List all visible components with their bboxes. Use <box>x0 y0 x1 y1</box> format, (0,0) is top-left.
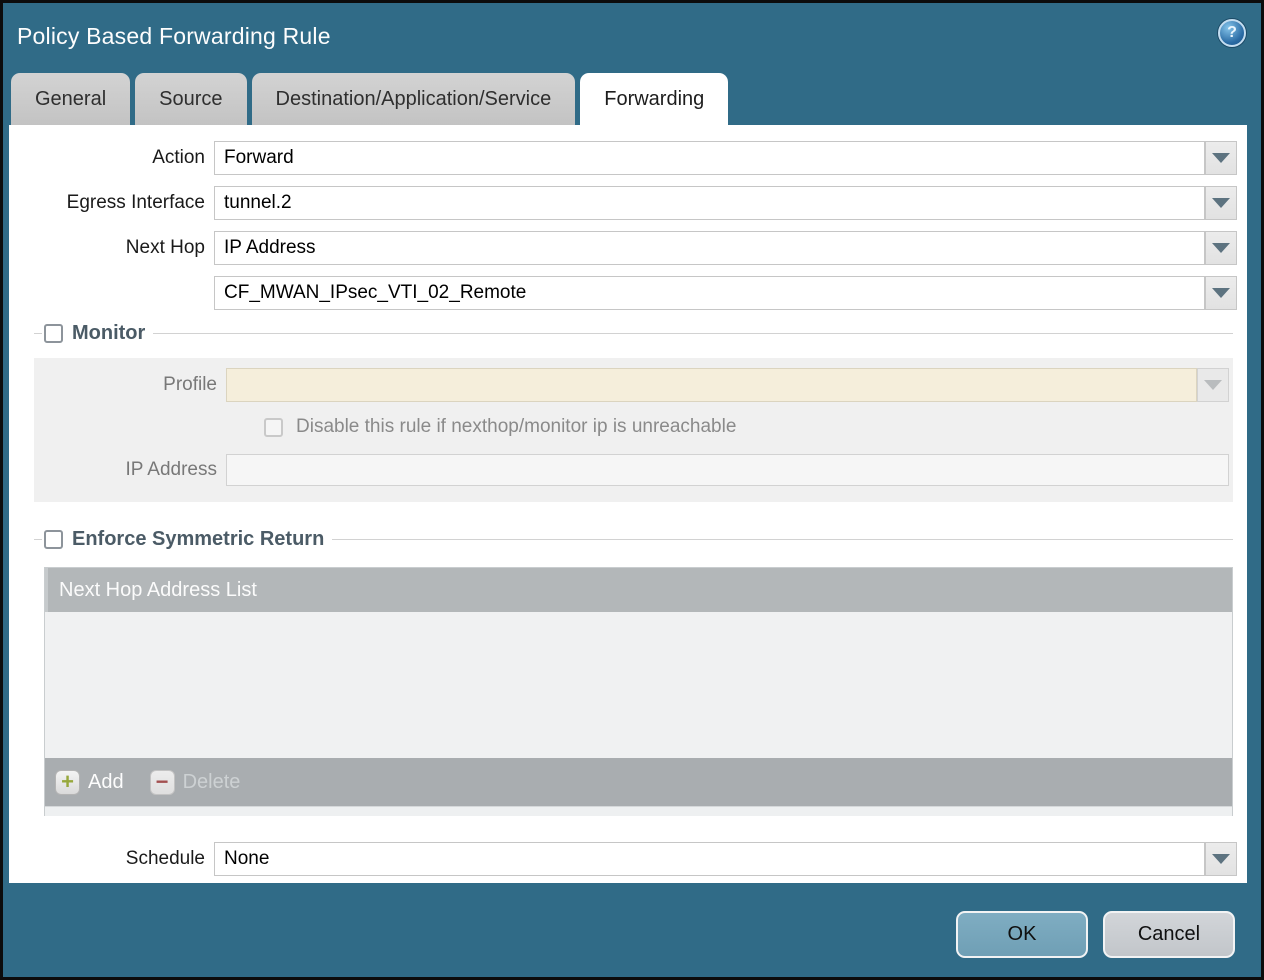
monitor-checkbox[interactable] <box>44 324 63 343</box>
help-icon[interactable]: ? <box>1218 19 1246 47</box>
delete-button-label: Delete <box>183 771 241 794</box>
schedule-label: Schedule <box>9 848 214 870</box>
egress-interface-label: Egress Interface <box>9 192 214 214</box>
schedule-input[interactable]: None <box>214 842 1205 876</box>
profile-input <box>226 368 1197 402</box>
egress-interface-input[interactable]: tunnel.2 <box>214 186 1205 220</box>
chevron-down-icon <box>1212 288 1230 298</box>
action-label: Action <box>9 147 214 169</box>
next-hop-type-input[interactable]: IP Address <box>214 231 1205 265</box>
chevron-down-icon <box>1212 153 1230 163</box>
next-hop-address-row: CF_MWAN_IPsec_VTI_02_Remote <box>9 276 1237 310</box>
dialog-title: Policy Based Forwarding Rule <box>17 23 331 50</box>
tab-destination-application-service[interactable]: Destination/Application/Service <box>252 73 576 125</box>
chevron-down-icon <box>1212 854 1230 864</box>
disable-rule-row: Disable this rule if nexthop/monitor ip … <box>264 416 1229 438</box>
egress-interface-row: Egress Interface tunnel.2 <box>9 186 1237 220</box>
pbf-rule-dialog: Policy Based Forwarding Rule ? General S… <box>0 0 1264 980</box>
profile-label: Profile <box>34 374 226 396</box>
disable-rule-label: Disable this rule if nexthop/monitor ip … <box>296 416 736 438</box>
profile-dropdown-button <box>1197 368 1229 402</box>
forwarding-tab-panel: Action Forward Egress Interface tunnel.2… <box>9 125 1247 883</box>
monitor-ip-address-label: IP Address <box>34 459 226 481</box>
next-hop-address-list-toolbar: + Add − Delete <box>45 758 1232 806</box>
next-hop-type-dropdown-button[interactable] <box>1205 231 1237 265</box>
next-hop-row: Next Hop IP Address <box>9 231 1237 265</box>
ok-button[interactable]: OK <box>956 911 1088 958</box>
next-hop-address-list-table: Next Hop Address List + Add − Delete <box>44 567 1233 816</box>
monitor-ip-address-input <box>226 454 1229 486</box>
add-button[interactable]: + Add <box>55 770 124 795</box>
add-button-label: Add <box>88 771 124 794</box>
tab-forwarding[interactable]: Forwarding <box>580 73 728 125</box>
enforce-symmetric-return-legend-label: Enforce Symmetric Return <box>72 528 324 551</box>
tab-source[interactable]: Source <box>135 73 246 125</box>
tab-general[interactable]: General <box>11 73 130 125</box>
chevron-down-icon <box>1212 243 1230 253</box>
enforce-symmetric-return-checkbox[interactable] <box>44 530 63 549</box>
disable-rule-checkbox <box>264 418 283 437</box>
next-hop-address-list-body <box>45 612 1232 758</box>
next-hop-address-input[interactable]: CF_MWAN_IPsec_VTI_02_Remote <box>214 276 1205 310</box>
monitor-panel: Profile Disable this rule if nexthop/mon… <box>34 358 1233 502</box>
plus-icon: + <box>55 770 80 795</box>
next-hop-address-list-footer-strip <box>45 806 1232 816</box>
action-row: Action Forward <box>9 141 1237 175</box>
monitor-legend: Monitor <box>42 322 153 345</box>
next-hop-address-dropdown-button[interactable] <box>1205 276 1237 310</box>
schedule-dropdown-button[interactable] <box>1205 842 1237 876</box>
monitor-legend-label: Monitor <box>72 322 145 345</box>
tab-strip: General Source Destination/Application/S… <box>11 73 728 125</box>
profile-row: Profile <box>34 368 1229 402</box>
egress-interface-dropdown-button[interactable] <box>1205 186 1237 220</box>
monitor-fieldset: Monitor Profile Disable this rule if nex… <box>34 322 1233 502</box>
minus-icon: − <box>150 770 175 795</box>
cancel-button[interactable]: Cancel <box>1103 911 1235 958</box>
schedule-row: Schedule None <box>9 842 1237 876</box>
delete-button: − Delete <box>150 770 241 795</box>
monitor-ip-address-row: IP Address <box>34 454 1229 486</box>
chevron-down-icon <box>1212 198 1230 208</box>
next-hop-label: Next Hop <box>9 237 214 259</box>
action-input[interactable]: Forward <box>214 141 1205 175</box>
next-hop-address-list-header: Next Hop Address List <box>45 568 1232 612</box>
chevron-down-icon <box>1204 380 1222 390</box>
enforce-symmetric-return-fieldset: Enforce Symmetric Return Next Hop Addres… <box>34 528 1233 816</box>
enforce-symmetric-return-legend: Enforce Symmetric Return <box>42 528 332 551</box>
action-dropdown-button[interactable] <box>1205 141 1237 175</box>
